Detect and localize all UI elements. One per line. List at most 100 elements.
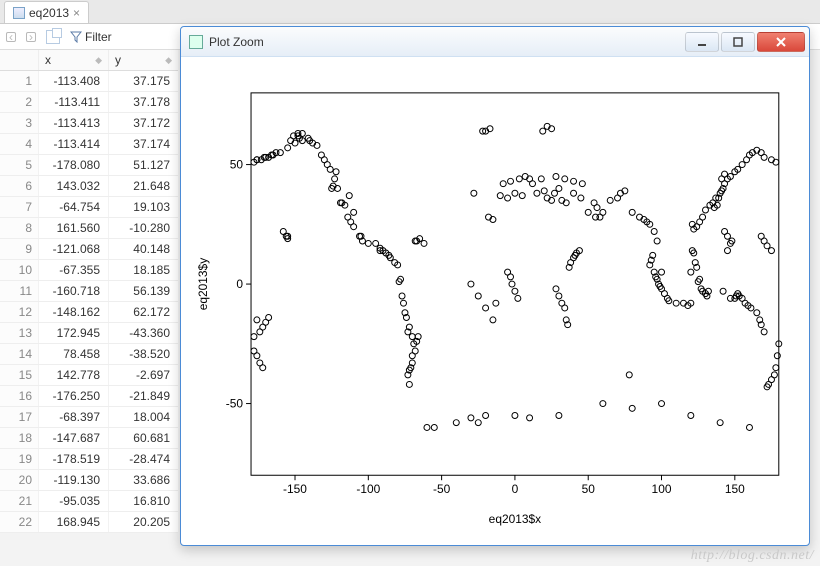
table-row[interactable]: 4-113.41437.174 bbox=[0, 134, 178, 155]
row-number: 9 bbox=[0, 239, 38, 259]
row-number: 4 bbox=[0, 134, 38, 154]
row-number: 2 bbox=[0, 92, 38, 112]
svg-text:eq2013$x: eq2013$x bbox=[489, 512, 541, 526]
table-row[interactable]: 19-178.519-28.474 bbox=[0, 449, 178, 470]
plot-titlebar[interactable]: Plot Zoom bbox=[181, 27, 809, 57]
cell-x: 161.560 bbox=[38, 218, 108, 238]
cell-x: -176.250 bbox=[38, 386, 108, 406]
svg-text:-150: -150 bbox=[283, 482, 307, 496]
cell-x: -148.162 bbox=[38, 302, 108, 322]
svg-text:-50: -50 bbox=[226, 397, 244, 411]
cell-y: 18.185 bbox=[108, 260, 178, 280]
forward-button[interactable]: › bbox=[26, 32, 36, 42]
cell-y: -38.520 bbox=[108, 344, 178, 364]
cell-y: 21.648 bbox=[108, 176, 178, 196]
row-number: 19 bbox=[0, 449, 38, 469]
table-row[interactable]: 5-178.08051.127 bbox=[0, 155, 178, 176]
svg-text:-50: -50 bbox=[433, 482, 451, 496]
cell-y: 37.175 bbox=[108, 71, 178, 91]
table-row[interactable]: 21-95.03516.810 bbox=[0, 491, 178, 512]
row-number: 10 bbox=[0, 260, 38, 280]
row-number: 14 bbox=[0, 344, 38, 364]
cell-y: -10.280 bbox=[108, 218, 178, 238]
table-row[interactable]: 9-121.06840.148 bbox=[0, 239, 178, 260]
cell-x: 143.032 bbox=[38, 176, 108, 196]
cell-x: 168.945 bbox=[38, 512, 108, 532]
header-y[interactable]: y◆ bbox=[108, 50, 178, 70]
cell-x: -147.687 bbox=[38, 428, 108, 448]
table-row[interactable]: 7-64.75419.103 bbox=[0, 197, 178, 218]
tab-eq2013[interactable]: eq2013 × bbox=[4, 1, 89, 23]
cell-x: 78.458 bbox=[38, 344, 108, 364]
sort-icon: ◆ bbox=[95, 55, 102, 66]
row-number: 13 bbox=[0, 323, 38, 343]
cell-x: 172.945 bbox=[38, 323, 108, 343]
table-row[interactable]: 22168.94520.205 bbox=[0, 512, 178, 533]
cell-y: 56.139 bbox=[108, 281, 178, 301]
svg-text:100: 100 bbox=[652, 482, 672, 496]
minimize-button[interactable] bbox=[685, 32, 719, 52]
cell-y: 62.172 bbox=[108, 302, 178, 322]
table-row[interactable]: 16-176.250-21.849 bbox=[0, 386, 178, 407]
cell-x: -95.035 bbox=[38, 491, 108, 511]
tab-label: eq2013 bbox=[29, 6, 69, 20]
table-row[interactable]: 18-147.68760.681 bbox=[0, 428, 178, 449]
cell-x: -113.413 bbox=[38, 113, 108, 133]
table-row[interactable]: 17-68.39718.004 bbox=[0, 407, 178, 428]
plot-title: Plot Zoom bbox=[209, 35, 683, 49]
table-row[interactable]: 2-113.41137.178 bbox=[0, 92, 178, 113]
back-button[interactable]: ‹ bbox=[6, 32, 16, 42]
table-row[interactable]: 3-113.41337.172 bbox=[0, 113, 178, 134]
table-row[interactable]: 1478.458-38.520 bbox=[0, 344, 178, 365]
svg-text:50: 50 bbox=[582, 482, 596, 496]
cell-y: 19.103 bbox=[108, 197, 178, 217]
cell-y: 40.148 bbox=[108, 239, 178, 259]
scatter-plot: -150-100-50050100150-50050eq2013$xeq2013… bbox=[191, 63, 799, 535]
table-row[interactable]: 20-119.13033.686 bbox=[0, 470, 178, 491]
header-x[interactable]: x◆ bbox=[38, 50, 108, 70]
svg-text:0: 0 bbox=[236, 277, 243, 291]
row-number: 16 bbox=[0, 386, 38, 406]
table-row[interactable]: 10-67.35518.185 bbox=[0, 260, 178, 281]
cell-x: -64.754 bbox=[38, 197, 108, 217]
row-number: 18 bbox=[0, 428, 38, 448]
cell-y: -43.360 bbox=[108, 323, 178, 343]
row-number: 6 bbox=[0, 176, 38, 196]
r-plot-icon bbox=[189, 35, 203, 49]
funnel-icon bbox=[70, 31, 82, 43]
cell-x: -119.130 bbox=[38, 470, 108, 490]
cell-y: 37.174 bbox=[108, 134, 178, 154]
cell-y: 37.172 bbox=[108, 113, 178, 133]
watermark: http://blog.csdn.net/ bbox=[691, 548, 814, 564]
cell-x: 142.778 bbox=[38, 365, 108, 385]
row-number: 7 bbox=[0, 197, 38, 217]
table-row[interactable]: 13172.945-43.360 bbox=[0, 323, 178, 344]
close-button[interactable] bbox=[757, 32, 805, 52]
plot-area: -150-100-50050100150-50050eq2013$xeq2013… bbox=[191, 63, 799, 535]
table-icon bbox=[13, 7, 25, 19]
popout-icon[interactable] bbox=[46, 30, 60, 44]
cell-y: -21.849 bbox=[108, 386, 178, 406]
cell-y: -2.697 bbox=[108, 365, 178, 385]
row-number: 21 bbox=[0, 491, 38, 511]
maximize-button[interactable] bbox=[721, 32, 755, 52]
table-row[interactable]: 15142.778-2.697 bbox=[0, 365, 178, 386]
cell-x: -113.408 bbox=[38, 71, 108, 91]
sort-icon: ◆ bbox=[165, 55, 172, 66]
table-row[interactable]: 8161.560-10.280 bbox=[0, 218, 178, 239]
svg-text:50: 50 bbox=[230, 158, 244, 172]
table-row[interactable]: 6143.03221.648 bbox=[0, 176, 178, 197]
cell-y: 16.810 bbox=[108, 491, 178, 511]
table-row[interactable]: 1-113.40837.175 bbox=[0, 71, 178, 92]
row-number: 3 bbox=[0, 113, 38, 133]
cell-y: 33.686 bbox=[108, 470, 178, 490]
filter-button[interactable]: Filter bbox=[70, 30, 112, 44]
row-number: 12 bbox=[0, 302, 38, 322]
table-row[interactable]: 12-148.16262.172 bbox=[0, 302, 178, 323]
cell-y: 20.205 bbox=[108, 512, 178, 532]
table-row[interactable]: 11-160.71856.139 bbox=[0, 281, 178, 302]
svg-text:0: 0 bbox=[512, 482, 519, 496]
tab-close-icon[interactable]: × bbox=[73, 6, 80, 20]
filter-label: Filter bbox=[85, 30, 112, 44]
cell-x: -113.414 bbox=[38, 134, 108, 154]
